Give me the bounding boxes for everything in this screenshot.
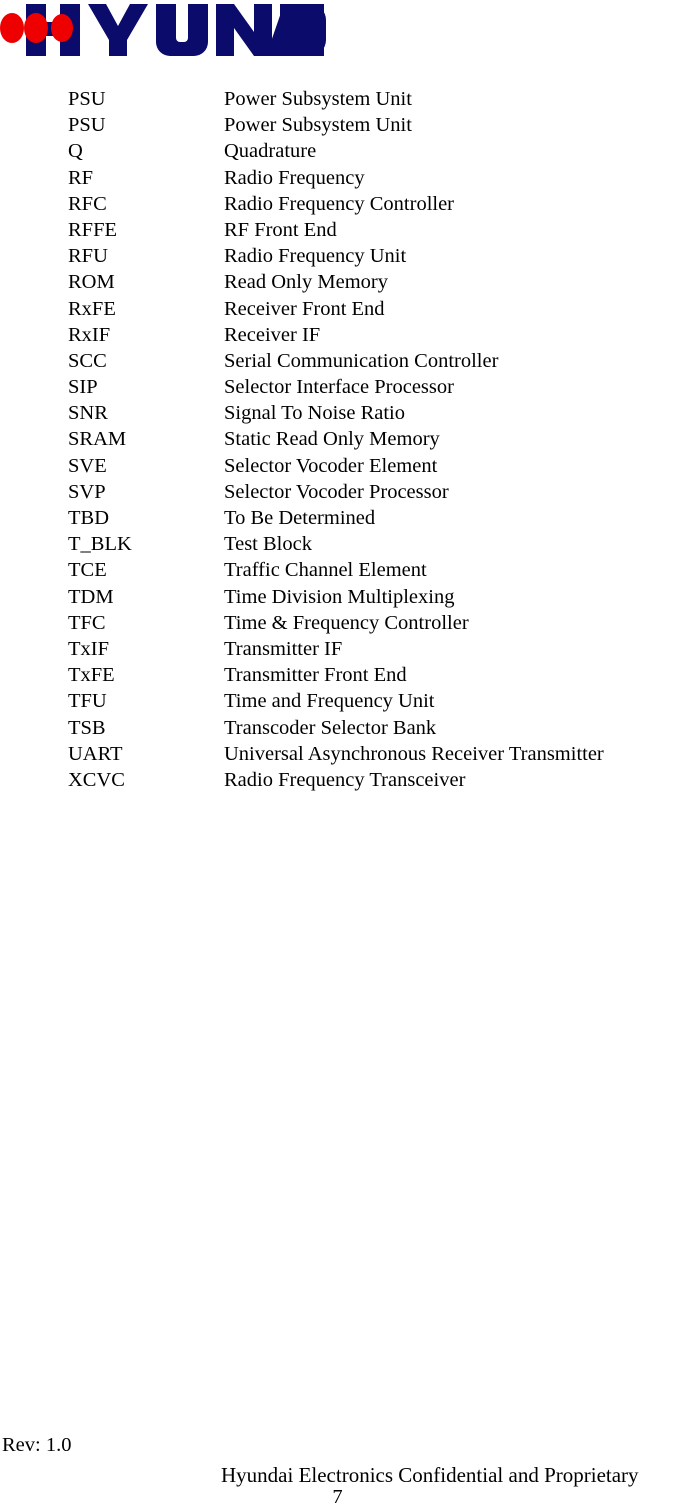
- abbreviation-definition: Test Block: [224, 533, 312, 556]
- abbreviation-row: SCC Serial Communication Controller: [68, 348, 668, 374]
- abbreviation-term: TxIF: [68, 637, 109, 660]
- abbreviation-term: SRAM: [68, 428, 127, 451]
- abbreviation-definition: Traffic Channel Element: [224, 559, 427, 582]
- abbreviation-term: TFC: [68, 611, 106, 634]
- abbreviation-term: SVP: [68, 480, 106, 503]
- abbreviation-definition: Radio Frequency: [224, 166, 365, 189]
- abbreviation-definition: Receiver Front End: [224, 297, 385, 320]
- abbreviation-definition: Time Division Multiplexing: [224, 585, 455, 608]
- abbreviation-definition: Universal Asynchronous Receiver Transmit…: [224, 742, 604, 765]
- abbreviation-definition: Selector Vocoder Processor: [224, 480, 449, 503]
- abbreviation-definition: Selector Vocoder Element: [224, 454, 438, 477]
- abbreviation-term: RFFE: [68, 218, 117, 241]
- abbreviation-row: TSB Transcoder Selector Bank: [68, 715, 668, 741]
- abbreviation-definition: Static Read Only Memory: [224, 428, 440, 451]
- abbreviation-term: UART: [68, 742, 123, 765]
- abbreviation-definition: Selector Interface Processor: [224, 376, 454, 399]
- abbreviation-term: RF: [68, 166, 94, 189]
- abbreviation-row: SVE Selector Vocoder Element: [68, 453, 668, 479]
- abbreviation-definition: To Be Determined: [224, 507, 376, 529]
- abbreviation-term: RFC: [68, 192, 107, 215]
- abbreviation-term: SNR: [68, 402, 108, 425]
- abbreviation-term: Q: [68, 140, 83, 163]
- abbreviation-definition: Quadrature: [224, 140, 317, 163]
- abbreviation-term: TBD: [68, 507, 109, 529]
- abbreviation-row: TCE Traffic Channel Element: [68, 557, 668, 583]
- abbreviation-row: TBD To Be Determined: [68, 505, 668, 531]
- abbreviation-term: SVE: [68, 454, 107, 477]
- footer-revision: Rev: 1.0: [2, 1434, 72, 1456]
- abbreviation-term: RxIF: [68, 323, 111, 346]
- abbreviation-row: SNR Signal To Noise Ratio: [68, 400, 668, 426]
- abbreviation-definition: Radio Frequency Controller: [224, 192, 455, 215]
- abbreviation-row: TFU Time and Frequency Unit: [68, 688, 668, 714]
- abbreviation-row: PSU Power Subsystem Unit: [68, 112, 668, 138]
- logo-wordmark-letters-overlay: [26, 4, 46, 56]
- abbreviation-definition: Power Subsystem Unit: [224, 114, 412, 137]
- abbreviation-row: TxFE Transmitter Front End: [68, 662, 668, 688]
- abbreviation-row: XCVC Radio Frequency Transceiver: [68, 767, 668, 793]
- abbreviation-row: RxIF Receiver IF: [68, 322, 668, 348]
- abbreviation-row: SVP Selector Vocoder Processor: [68, 479, 668, 505]
- abbreviation-term: TDM: [68, 585, 114, 608]
- abbreviation-row: TDM Time Division Multiplexing: [68, 584, 668, 610]
- abbreviation-term: TxFE: [68, 664, 115, 687]
- abbreviation-definition: Signal To Noise Ratio: [224, 402, 405, 425]
- abbreviation-definition: Radio Frequency Unit: [224, 245, 407, 268]
- abbreviation-term: TCE: [68, 559, 107, 582]
- abbreviation-definition: Time and Frequency Unit: [224, 690, 435, 713]
- page-number: 7: [332, 1486, 343, 1508]
- abbreviation-term: ROM: [68, 271, 115, 294]
- abbreviation-definition: Read Only Memory: [224, 271, 388, 294]
- abbreviation-term: RxFE: [68, 297, 116, 320]
- abbreviation-row: ROM Read Only Memory: [68, 269, 668, 295]
- abbreviation-term: T_BLK: [68, 533, 132, 556]
- abbreviation-definition: Transmitter IF: [224, 637, 343, 660]
- abbreviation-definition: Receiver IF: [224, 323, 321, 346]
- abbreviation-definition: RF Front End: [224, 218, 337, 241]
- abbreviation-term: PSU: [68, 114, 106, 137]
- abbreviation-definition: Radio Frequency Transceiver: [224, 768, 466, 791]
- hyundai-logo-svg-tail: [266, 4, 324, 56]
- abbreviation-term: TFU: [68, 690, 107, 713]
- abbreviation-list: PSU Power Subsystem Unit PSU Power Subsy…: [68, 86, 668, 793]
- abbreviation-term: PSU: [68, 88, 106, 110]
- abbreviation-row: SRAM Static Read Only Memory: [68, 426, 668, 452]
- abbreviation-row: RFU Radio Frequency Unit: [68, 243, 668, 269]
- abbreviation-row: RFC Radio Frequency Controller: [68, 191, 668, 217]
- abbreviation-definition: Time & Frequency Controller: [224, 611, 469, 634]
- abbreviation-row: T_BLK Test Block: [68, 531, 668, 557]
- abbreviation-term: RFU: [68, 245, 108, 268]
- abbreviation-definition: Transcoder Selector Bank: [224, 716, 437, 739]
- abbreviation-row: Q Quadrature: [68, 138, 668, 164]
- abbreviation-definition: Power Subsystem Unit: [224, 88, 412, 110]
- abbreviation-row: TFC Time & Frequency Controller: [68, 610, 668, 636]
- abbreviation-row: RxFE Receiver Front End: [68, 296, 668, 322]
- abbreviation-row: TxIF Transmitter IF: [68, 636, 668, 662]
- abbreviation-term: XCVC: [68, 768, 125, 791]
- abbreviation-term: SCC: [68, 349, 107, 372]
- abbreviation-row: UART Universal Asynchronous Receiver Tra…: [68, 741, 668, 767]
- abbreviation-term: TSB: [68, 716, 106, 739]
- abbreviation-row: RF Radio Frequency: [68, 165, 668, 191]
- abbreviation-row: SIP Selector Interface Processor: [68, 374, 668, 400]
- abbreviation-definition: Serial Communication Controller: [224, 349, 499, 372]
- abbreviation-term: SIP: [68, 376, 98, 399]
- abbreviation-row: PSU Power Subsystem Unit: [68, 86, 668, 112]
- abbreviation-row: RFFE RF Front End: [68, 217, 668, 243]
- abbreviation-definition: Transmitter Front End: [224, 664, 407, 687]
